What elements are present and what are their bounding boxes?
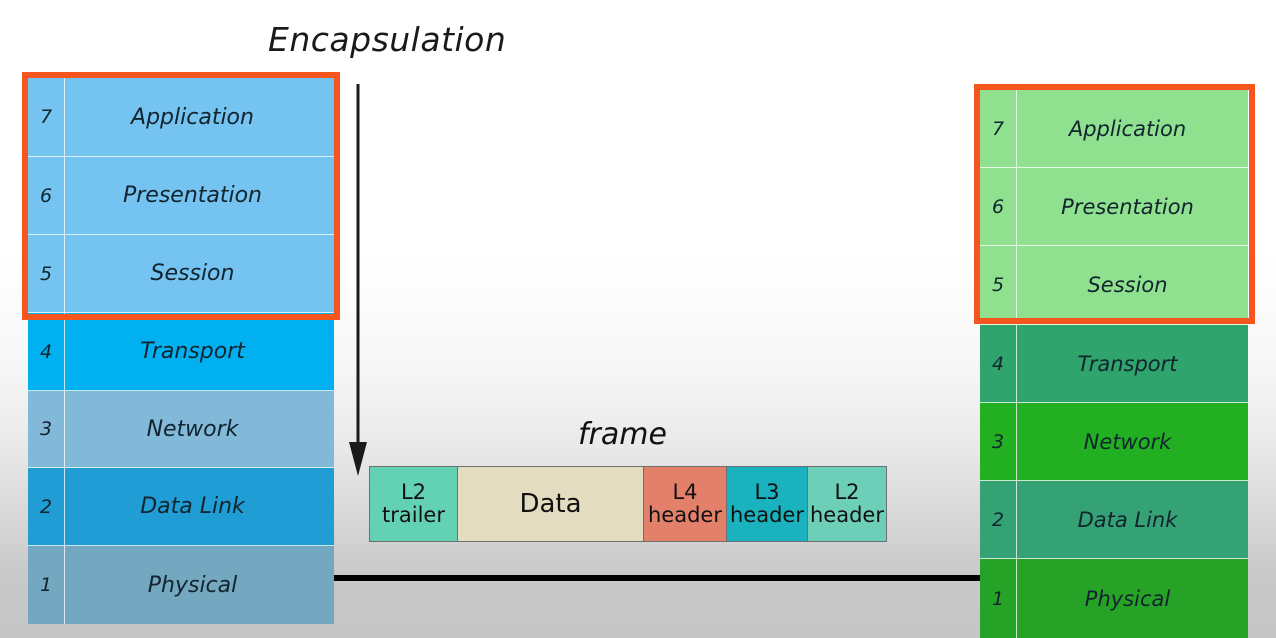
layer-number: 5 [28,235,65,312]
frame-cell-line1: Data [519,488,582,519]
layer-row-physical-right[interactable]: 1 Physical [980,559,1248,638]
layer-row-datalink-right[interactable]: 2 Data Link [980,481,1248,559]
layer-number: 3 [28,391,65,467]
diagram-canvas: Encapsulation 7 Application 6 Presentati… [0,0,1276,638]
layer-label: Network [146,416,239,442]
layer-number: 2 [980,481,1017,558]
layer-label: Transport [140,339,245,364]
layer-row-application-right[interactable]: 7 Application [980,90,1248,168]
layer-row-network-left[interactable]: 3 Network [28,391,334,468]
receiver-osi-stack: 7 Application 6 Presentation 5 Session 4… [980,90,1248,638]
layer-label: Session [150,261,235,286]
layer-number: 1 [28,546,65,624]
frame-cell-data[interactable]: Data [457,466,643,542]
frame-cell-line2: trailer [382,503,445,527]
frame-label: frame [578,417,667,452]
layer-label: Application [131,104,254,130]
layer-row-physical-left[interactable]: 1 Physical [28,546,334,624]
layer-number: 2 [28,468,65,545]
layer-number: 6 [28,157,65,234]
layer-label: Application [1068,116,1187,141]
layer-row-presentation-right[interactable]: 6 Presentation [980,168,1248,246]
layer-label: Presentation [1061,194,1194,219]
page-title: Encapsulation [268,20,507,59]
layer-number: 7 [980,90,1017,167]
frame-cell-l4-header[interactable]: L4 header [643,466,726,542]
layer-row-datalink-left[interactable]: 2 Data Link [28,468,334,546]
layer-number: 7 [28,78,65,156]
frame-cell-l2-header[interactable]: L2 header [807,466,887,542]
layer-label: Transport [1077,351,1178,376]
frame-cell-line1: L4 [672,480,698,505]
frame-cell-line1: L2 [400,480,427,505]
frame-cell-l2-trailer[interactable]: L2 trailer [369,466,457,542]
encapsulation-arrow-icon [349,84,367,476]
frame-cell-line1: L3 [754,480,780,505]
frame-cell-line2: header [730,503,804,527]
layer-row-session-left[interactable]: 5 Session [28,235,334,313]
layer-label: Presentation [122,183,263,208]
layer-number: 3 [980,403,1017,480]
layer-number: 1 [980,559,1017,638]
layer-label: Data Link [1077,507,1178,532]
layer-row-transport-left[interactable]: 4 Transport [28,313,334,391]
layer-label: Physical [1084,586,1171,611]
layer-row-network-right[interactable]: 3 Network [980,403,1248,481]
layer-label: Network [1083,429,1172,454]
physical-medium-line [330,575,990,581]
sender-osi-stack: 7 Application 6 Presentation 5 Session 4… [28,78,334,624]
layer-row-presentation-left[interactable]: 6 Presentation [28,157,334,235]
layer-label: Physical [147,572,238,598]
layer-number: 5 [980,246,1017,324]
frame-diagram: L2 trailer Data L4 header L3 header L2 h… [369,466,887,542]
layer-number: 4 [28,313,65,390]
frame-cell-line1: L2 [834,480,860,505]
layer-label: Data Link [140,494,245,519]
layer-label: Session [1087,273,1168,297]
frame-cell-line2: header [648,503,722,527]
frame-cell-l3-header[interactable]: L3 header [726,466,807,542]
layer-row-transport-right[interactable]: 4 Transport [980,325,1248,403]
layer-row-session-right[interactable]: 5 Session [980,246,1248,325]
layer-row-application-left[interactable]: 7 Application [28,78,334,157]
layer-number: 6 [980,168,1017,245]
frame-cell-line2: header [810,503,884,527]
layer-number: 4 [980,325,1017,402]
